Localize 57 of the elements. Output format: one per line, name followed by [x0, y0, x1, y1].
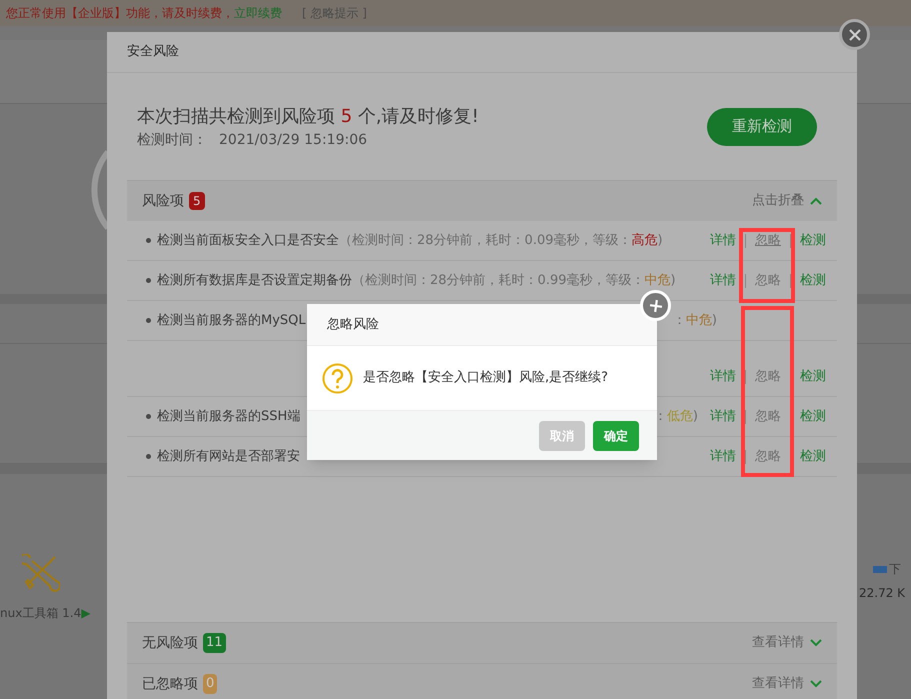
close-icon: [848, 28, 860, 40]
question-icon: [322, 362, 353, 394]
section-label: 已忽略项: [142, 674, 198, 694]
confirm-button[interactable]: 确定: [593, 420, 639, 450]
notice-text: 您正常使用【企业版】功能，请及时续费，: [6, 5, 234, 22]
details-toggle[interactable]: 查看详情: [752, 674, 804, 694]
ignore-link[interactable]: 忽略: [755, 366, 781, 386]
action-link[interactable]: 检测: [800, 230, 826, 250]
renew-link[interactable]: 立即续费: [234, 4, 282, 22]
legend-label: 下: [889, 561, 901, 578]
rescan-button[interactable]: 重新检测: [707, 108, 817, 146]
collapse-toggle[interactable]: 点击折叠: [752, 191, 804, 211]
check-title: 检测当前面板安全入口是否安全: [157, 232, 339, 250]
count-badge: 11: [203, 633, 226, 653]
ignore-link[interactable]: 忽略: [755, 270, 781, 290]
tool-label: nux工具箱 1.4: [0, 605, 82, 622]
section-header[interactable]: 无风险项 11 查看详情: [127, 622, 837, 663]
tools-icon: [22, 554, 60, 592]
details-toggle[interactable]: 查看详情: [752, 633, 804, 653]
check-title: 检测当前服务器的MySQL: [157, 312, 306, 330]
section-header[interactable]: 风险项 5 点击折叠: [127, 180, 837, 221]
action-link[interactable]: 检测: [800, 270, 826, 290]
scan-summary: 本次扫描共检测到风险项 5 个,请及时修复!: [137, 104, 479, 128]
check-title: 检测所有网站是否部署安: [157, 448, 300, 466]
chevron-up-icon: [810, 197, 822, 205]
action-link[interactable]: 检测: [800, 446, 826, 466]
check-meta: （检测时间：28分钟前，耗时：0.09毫秒，等级：高危): [339, 232, 663, 250]
action-link[interactable]: 详情: [710, 230, 736, 250]
ignore-link[interactable]: 忽略: [755, 406, 781, 426]
action-link[interactable]: 详情: [710, 446, 736, 466]
section-label: 风险项: [142, 192, 184, 210]
section-label: 无风险项: [142, 634, 198, 652]
play-arrow[interactable]: ▶: [81, 604, 90, 622]
check-meta: ：低危): [654, 408, 698, 426]
check-title: 检测当前服务器的SSH端: [157, 408, 300, 426]
count-badge: 0: [203, 674, 218, 694]
count-badge: 5: [189, 192, 205, 210]
action-link[interactable]: 检测: [800, 406, 826, 426]
chevron-down-icon: [810, 639, 822, 647]
time-value: 2021/03/29 15:19:06: [219, 130, 368, 150]
chevron-down-icon: [810, 680, 822, 688]
close-icon: [648, 298, 662, 312]
check-meta: （检测时间：28分钟前，耗时：0.99毫秒，等级：中危): [352, 272, 676, 290]
dialog-message: 是否忽略【安全入口检测】风险,是否继续?: [363, 369, 608, 388]
ignore-link[interactable]: 忽略: [755, 446, 781, 466]
action-link[interactable]: 详情: [710, 406, 736, 426]
check-meta: ：中危): [672, 312, 717, 330]
action-link[interactable]: 详情: [710, 270, 736, 290]
time-label: 检测时间：: [137, 130, 207, 150]
dialog-title: 忽略风险: [327, 316, 379, 334]
modal-title: 安全风险: [127, 43, 179, 62]
check-title: 检测所有数据库是否设置定期备份: [157, 272, 352, 290]
ignore-link[interactable]: 忽略: [755, 230, 781, 250]
action-link[interactable]: 检测: [800, 366, 826, 386]
action-link[interactable]: 详情: [710, 366, 736, 386]
speed-value: 22.72 K: [858, 585, 906, 602]
section-header[interactable]: 已忽略项 0 查看详情: [127, 663, 837, 699]
